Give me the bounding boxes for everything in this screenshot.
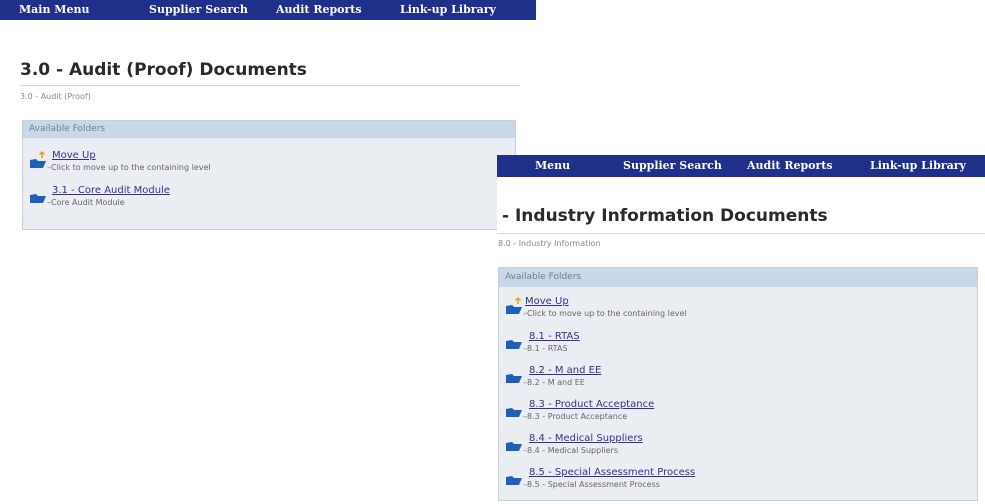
folder-link[interactable]: 8.2 - M and EE <box>529 365 601 376</box>
top-nav-bar: Menu Supplier Search Audit Reports Link-… <box>497 155 985 177</box>
industry-information-screen: Menu Supplier Search Audit Reports Link-… <box>497 155 985 504</box>
nav-audit-reports[interactable]: Audit Reports <box>747 155 833 177</box>
folders-header: Available Folders <box>23 121 515 138</box>
folder-link[interactable]: 8.5 - Special Assessment Process <box>529 467 695 478</box>
folder-icon <box>506 340 522 349</box>
folder-row[interactable]: 3.1 - Core Audit Module –Core Audit Modu… <box>23 182 515 210</box>
folder-icon <box>30 194 46 203</box>
page-title: 3.0 - Audit (Proof) Documents <box>20 60 307 80</box>
folder-description: –8.2 - M and EE <box>523 378 585 387</box>
folder-link[interactable]: 8.1 - RTAS <box>529 331 580 342</box>
folder-row[interactable]: 8.2 - M and EE –8.2 - M and EE <box>499 360 977 392</box>
nav-link-up-library[interactable]: Link-up Library <box>870 155 966 177</box>
folder-description: –8.5 - Special Assessment Process <box>523 480 660 489</box>
folder-description: –Click to move up to the containing leve… <box>47 163 211 172</box>
folder-link[interactable]: Move Up <box>525 296 569 307</box>
nav-link-up-library[interactable]: Link-up Library <box>400 0 496 20</box>
breadcrumb: 8.0 - Industry Information <box>498 239 601 248</box>
page-title: - Industry Information Documents <box>502 206 828 226</box>
folders-header-label: Available Folders <box>505 272 582 282</box>
folder-icon <box>506 476 522 485</box>
folder-row[interactable]: 8.3 - Product Acceptance –8.3 - Product … <box>499 394 977 426</box>
audit-documents-screen: Main Menu Supplier Search Audit Reports … <box>0 0 536 240</box>
folder-icon <box>506 442 522 451</box>
folder-icon <box>506 374 522 383</box>
folder-description: –8.1 - RTAS <box>523 344 568 353</box>
folder-description: –Click to move up to the containing leve… <box>523 309 687 318</box>
title-divider <box>497 233 985 234</box>
move-up-folder-icon <box>506 297 522 314</box>
folder-row-move-up[interactable]: Move Up –Click to move up to the contain… <box>499 291 977 323</box>
title-divider <box>20 85 520 86</box>
folder-description: –Core Audit Module <box>47 198 125 207</box>
nav-main-menu[interactable]: Main Menu <box>19 0 89 20</box>
nav-supplier-search[interactable]: Supplier Search <box>623 155 722 177</box>
nav-main-menu[interactable]: Menu <box>535 155 570 177</box>
folder-link[interactable]: 3.1 - Core Audit Module <box>52 185 170 196</box>
available-folders-box: Available Folders Move Up –Click to move… <box>22 120 516 230</box>
folder-row[interactable]: 8.5 - Special Assessment Process –8.5 - … <box>499 462 977 494</box>
nav-audit-reports[interactable]: Audit Reports <box>276 0 362 20</box>
folder-row-move-up[interactable]: Move Up –Click to move up to the contain… <box>23 147 515 175</box>
folders-header: Available Folders <box>499 268 977 287</box>
folder-link[interactable]: 8.4 - Medical Suppliers <box>529 433 643 444</box>
folder-description: –8.4 - Medical Suppliers <box>523 446 619 455</box>
folder-row[interactable]: 8.4 - Medical Suppliers –8.4 - Medical S… <box>499 428 977 460</box>
folder-link[interactable]: 8.3 - Product Acceptance <box>529 399 654 410</box>
top-nav-bar: Main Menu Supplier Search Audit Reports … <box>0 0 536 20</box>
folder-row[interactable]: 8.1 - RTAS –8.1 - RTAS <box>499 326 977 358</box>
breadcrumb: 3.0 - Audit (Proof) <box>20 92 91 101</box>
nav-supplier-search[interactable]: Supplier Search <box>149 0 248 20</box>
folders-header-label: Available Folders <box>29 124 106 134</box>
folder-icon <box>506 408 522 417</box>
move-up-folder-icon <box>30 151 46 168</box>
folder-description: –8.3 - Product Acceptance <box>523 412 628 421</box>
folder-link[interactable]: Move Up <box>52 150 96 161</box>
available-folders-box: Available Folders Move Up –Click to move… <box>498 267 978 501</box>
